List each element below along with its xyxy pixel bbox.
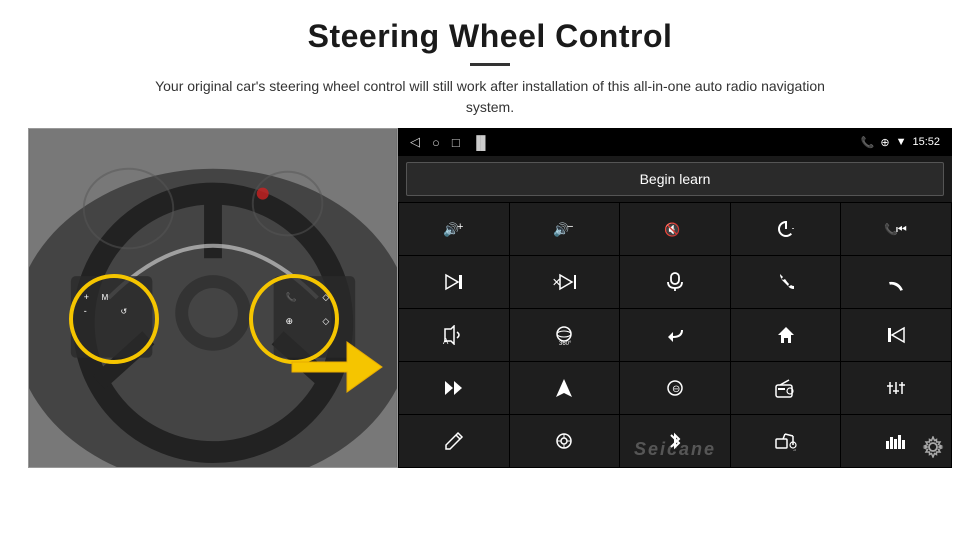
- vol-down-button[interactable]: 🔊−: [510, 203, 620, 255]
- hangup-button[interactable]: [841, 256, 951, 308]
- wifi-icon: ▼: [896, 136, 907, 148]
- 360-button[interactable]: 360°: [510, 309, 620, 361]
- phone-button[interactable]: [731, 256, 841, 308]
- mute-button[interactable]: 🔇: [620, 203, 730, 255]
- recent-nav-icon[interactable]: □: [452, 135, 460, 150]
- bluetooth-button[interactable]: [620, 415, 730, 467]
- svg-text:♫: ♫: [792, 449, 797, 451]
- status-bar: ◁ ○ □ ▐▌ 📞 ⊕ ▼ 15:52: [398, 128, 952, 156]
- svg-text:−: −: [567, 221, 573, 233]
- svg-text:⏮: ⏮: [896, 222, 907, 236]
- pen-button[interactable]: [399, 415, 509, 467]
- back-nav-icon[interactable]: ◁: [410, 134, 420, 150]
- header-section: Steering Wheel Control Your original car…: [0, 0, 980, 128]
- content-area: + - M ↺ 📞 ⊕ ◇ ◇: [0, 128, 980, 548]
- call-prev-button[interactable]: 📞 ⏮: [841, 203, 951, 255]
- next-track-button[interactable]: [399, 256, 509, 308]
- skip-button[interactable]: ✕: [510, 256, 620, 308]
- highlight-left: [69, 274, 159, 364]
- music-button[interactable]: ♫: [731, 415, 841, 467]
- vol-up-button[interactable]: 🔊+: [399, 203, 509, 255]
- svg-text:+: +: [457, 221, 463, 233]
- title-divider: [470, 63, 510, 66]
- svg-text:360°: 360°: [559, 341, 572, 346]
- return-button[interactable]: [620, 309, 730, 361]
- begin-learn-button[interactable]: Begin learn: [406, 162, 944, 196]
- eject-button[interactable]: ⊖: [620, 362, 730, 414]
- android-panel: ◁ ○ □ ▐▌ 📞 ⊕ ▼ 15:52 Begin learn: [398, 128, 952, 468]
- steering-wheel-image: + - M ↺ 📞 ⊕ ◇ ◇: [28, 128, 398, 468]
- gear-settings-button[interactable]: [922, 436, 944, 464]
- circle-menu-button[interactable]: [510, 415, 620, 467]
- page-container: Steering Wheel Control Your original car…: [0, 0, 980, 548]
- svg-text:🔇: 🔇: [664, 222, 680, 237]
- status-bar-nav: ◁ ○ □ ▐▌: [410, 134, 490, 150]
- yellow-arrow: [287, 327, 387, 407]
- prev-track-button[interactable]: [841, 309, 951, 361]
- power-button[interactable]: [731, 203, 841, 255]
- fast-fwd-button[interactable]: [399, 362, 509, 414]
- subtitle: Your original car's steering wheel contr…: [140, 76, 840, 118]
- svg-text:A: A: [443, 337, 449, 345]
- mic-button[interactable]: [620, 256, 730, 308]
- nav-button[interactable]: [510, 362, 620, 414]
- radio-button[interactable]: [731, 362, 841, 414]
- home-nav-icon[interactable]: ○: [432, 135, 440, 150]
- location-icon: ⊕: [880, 136, 889, 149]
- svg-text:⊖: ⊖: [672, 384, 680, 395]
- audio-src-button[interactable]: A: [399, 309, 509, 361]
- notification-icon: ▐▌: [472, 135, 490, 150]
- status-bar-right: 📞 ⊕ ▼ 15:52: [861, 136, 940, 149]
- clock: 15:52: [912, 136, 940, 148]
- steering-bg: + - M ↺ 📞 ⊕ ◇ ◇: [29, 129, 397, 467]
- eq-button[interactable]: [841, 362, 951, 414]
- page-title: Steering Wheel Control: [40, 18, 940, 55]
- begin-learn-row: Begin learn: [398, 156, 952, 202]
- controls-grid: 🔊+ 🔊− 🔇 📞 ⏮: [398, 202, 952, 468]
- phone-status-icon: 📞: [861, 136, 875, 149]
- home-button[interactable]: [731, 309, 841, 361]
